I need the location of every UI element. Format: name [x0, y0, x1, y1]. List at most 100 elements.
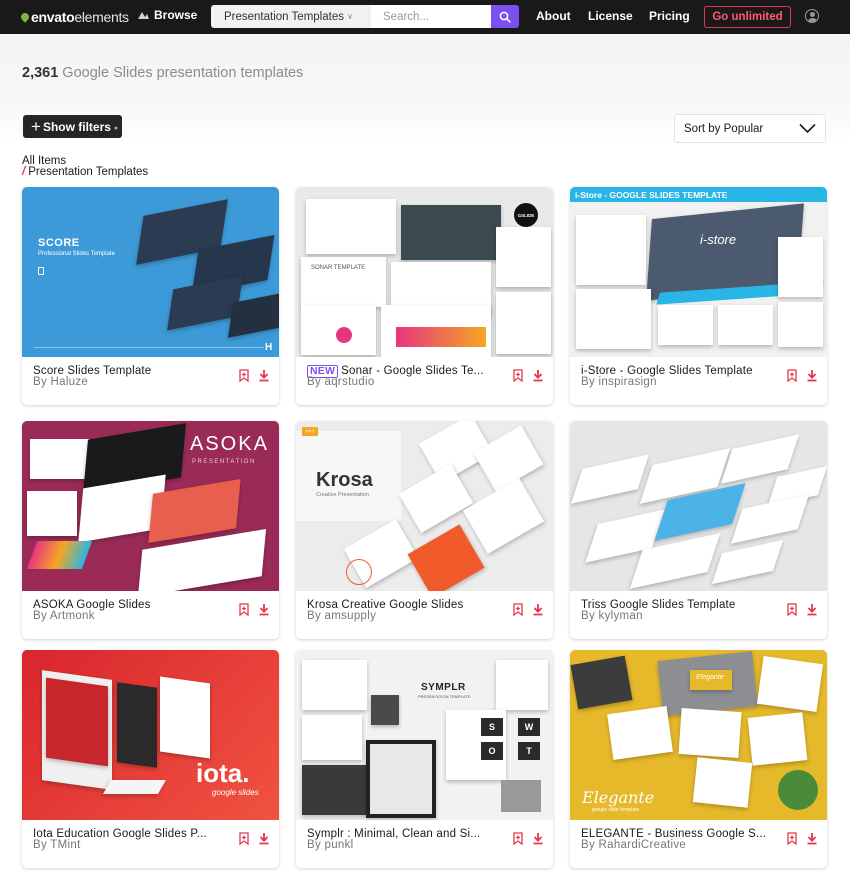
search-category-select[interactable]: Presentation Templates ∨ [211, 5, 371, 28]
thumbnail-logo-text: Elegante [696, 674, 724, 681]
thumbnail-logo-text: i-store [700, 232, 737, 247]
download-icon[interactable] [258, 832, 270, 845]
template-thumbnail[interactable]: SONAR TEMPLATE GSLIDE [296, 187, 553, 357]
swot-letter: S [481, 718, 503, 736]
thumbnail-heading: iota. [196, 758, 250, 788]
bookmark-icon[interactable] [512, 369, 524, 382]
ppt-badge: PPT [302, 427, 318, 436]
result-count: 2,361 [22, 65, 59, 81]
download-icon[interactable] [806, 832, 818, 845]
card-author[interactable]: By inspirasign [581, 376, 657, 388]
sort-label: Sort by Popular [684, 122, 764, 135]
top-navigation-bar: envato elements Browse Presentation Templ… [0, 0, 850, 34]
nav-link-license[interactable]: License [588, 9, 633, 23]
thumbnail-subheading: Professional Slides Template [38, 251, 115, 257]
thumbnail-heading: SYMPLR [421, 682, 466, 693]
author-badge-icon: H [265, 342, 273, 353]
chevron-down-icon: ∨ [346, 12, 353, 21]
template-thumbnail[interactable]: SCORE Professional Slides Template H [22, 187, 279, 357]
template-thumbnail[interactable]: Elegante Elegante google slide template [570, 650, 827, 820]
card-author[interactable]: By aqrstudio [307, 376, 375, 388]
dot-icon: ● [113, 125, 118, 132]
thumbnail-heading: Krosa [316, 469, 373, 491]
template-card[interactable]: PPT Krosa Creative Presentation Krosa Cr… [296, 421, 553, 639]
template-card[interactable]: SYMPLR PRESENTATION TEMPLATE S W O T Sym… [296, 650, 553, 868]
template-card[interactable]: ASOKA PRESENTATION ASOKA Google Slides B… [22, 421, 279, 639]
browse-icon [138, 11, 149, 19]
download-icon[interactable] [532, 369, 544, 382]
bookmark-icon[interactable] [238, 832, 250, 845]
template-thumbnail[interactable] [570, 421, 827, 591]
plus-icon: + [31, 117, 41, 136]
search-input[interactable] [371, 5, 491, 28]
bookmark-icon[interactable] [786, 603, 798, 616]
download-icon[interactable] [806, 603, 818, 616]
card-author[interactable]: By Artmonk [33, 610, 95, 622]
card-author[interactable]: By TMint [33, 839, 81, 851]
bookmark-icon[interactable] [786, 832, 798, 845]
bookmark-icon[interactable] [512, 603, 524, 616]
thumbnail-banner: i-Store - GOOGLE SLIDES TEMPLATE [570, 187, 827, 202]
gslide-badge: GSLIDE [514, 203, 538, 227]
template-thumbnail[interactable]: i-Store - GOOGLE SLIDES TEMPLATE i-store [570, 187, 827, 357]
card-author[interactable]: By amsupply [307, 610, 376, 622]
thumbnail-heading: SONAR TEMPLATE [311, 265, 366, 271]
download-icon[interactable] [532, 832, 544, 845]
envato-elements-logo[interactable]: envato elements [19, 9, 129, 25]
card-author[interactable]: By Haluze [33, 376, 88, 388]
thumbnail-subheading: google slides [212, 788, 259, 797]
thumbnail-heading: Elegante [582, 788, 655, 807]
bookmark-icon[interactable] [238, 369, 250, 382]
search-button[interactable] [491, 5, 519, 28]
template-card[interactable]: Elegante Elegante google slide template … [570, 650, 827, 868]
search-bar: Presentation Templates ∨ [211, 5, 519, 28]
card-author[interactable]: By kylyman [581, 610, 643, 622]
breadcrumb-separator: / [22, 166, 26, 178]
search-icon [499, 11, 511, 23]
search-category-label: Presentation Templates [224, 10, 344, 23]
document-icon [38, 267, 44, 275]
logo-text-envato: envato [31, 9, 75, 25]
template-thumbnail[interactable]: iota. google slides [22, 650, 279, 820]
thumbnail-heading: ASOKA [190, 433, 269, 455]
template-card[interactable]: SCORE Professional Slides Template H Sco… [22, 187, 279, 405]
result-description: Google Slides presentation templates [62, 65, 304, 81]
swot-letter: O [481, 742, 503, 760]
go-unlimited-button[interactable]: Go unlimited [704, 6, 791, 28]
leaf-icon [19, 11, 31, 23]
card-author[interactable]: By RahardiCreative [581, 839, 686, 851]
page-title: 2,361 Google Slides presentation template… [22, 65, 303, 81]
swot-letter: W [518, 718, 540, 736]
bookmark-icon[interactable] [512, 832, 524, 845]
breadcrumb-current: / Presentation Templates [22, 166, 148, 178]
nav-link-about[interactable]: About [536, 9, 571, 23]
thumbnail-heading: SCORE [38, 237, 80, 249]
card-author[interactable]: By punkl [307, 839, 354, 851]
thumbnail-subheading: PRESENTATION TEMPLATE [418, 694, 471, 699]
template-thumbnail[interactable]: SYMPLR PRESENTATION TEMPLATE S W O T [296, 650, 553, 820]
logo-text-elements: elements [74, 9, 129, 25]
download-icon[interactable] [258, 369, 270, 382]
nav-link-pricing[interactable]: Pricing [649, 9, 690, 23]
browse-menu-button[interactable]: Browse [137, 8, 197, 22]
download-icon[interactable] [806, 369, 818, 382]
thumbnail-subheading: google slide template [592, 807, 640, 813]
browse-label: Browse [154, 8, 198, 22]
show-filters-button[interactable]: + Show filters ● [23, 115, 122, 138]
template-thumbnail[interactable]: ASOKA PRESENTATION [22, 421, 279, 591]
chevron-down-icon [799, 123, 816, 134]
bookmark-icon[interactable] [786, 369, 798, 382]
user-avatar-icon[interactable] [805, 9, 819, 23]
download-icon[interactable] [532, 603, 544, 616]
template-card[interactable]: Triss Google Slides Template By kylyman [570, 421, 827, 639]
download-icon[interactable] [258, 603, 270, 616]
thumbnail-subheading: PRESENTATION [192, 459, 256, 465]
bookmark-icon[interactable] [238, 603, 250, 616]
template-thumbnail[interactable]: PPT Krosa Creative Presentation [296, 421, 553, 591]
sort-dropdown[interactable]: Sort by Popular [674, 114, 826, 143]
breadcrumb-current-label: Presentation Templates [28, 166, 149, 178]
template-card[interactable]: i-Store - GOOGLE SLIDES TEMPLATE i-store… [570, 187, 827, 405]
template-card[interactable]: SONAR TEMPLATE GSLIDE NEW Sonar - Google … [296, 187, 553, 405]
template-card[interactable]: iota. google slides Iota Education Googl… [22, 650, 279, 868]
show-filters-label: Show filters [42, 119, 111, 134]
